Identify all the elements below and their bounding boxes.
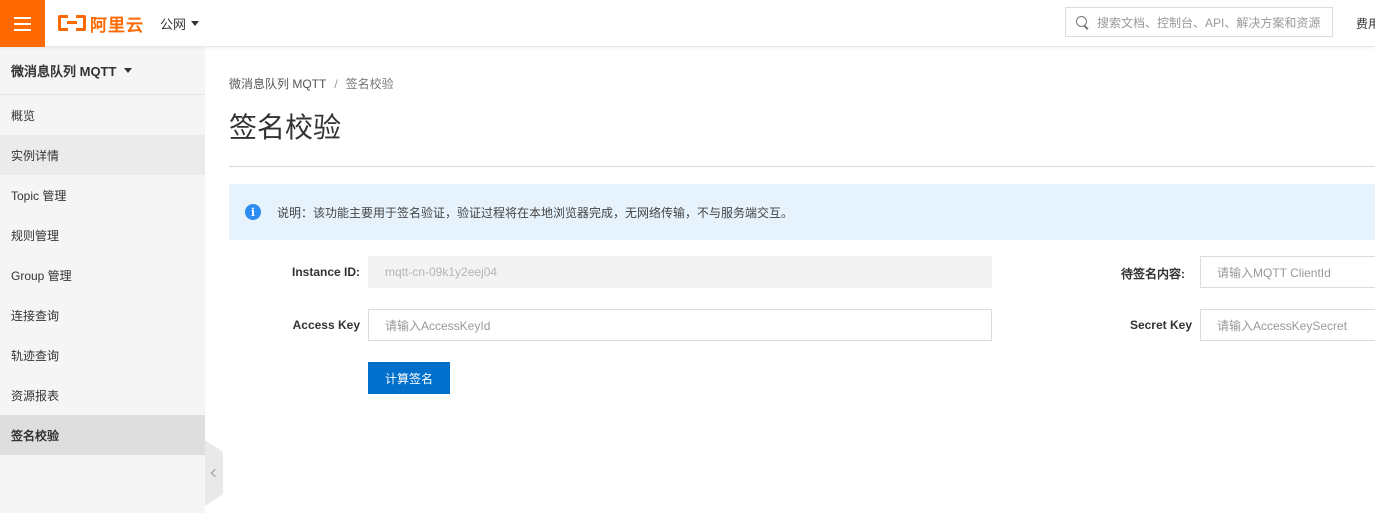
sidebar-item-connection-query[interactable]: 连接查询: [0, 295, 205, 335]
breadcrumb: 微消息队列 MQTT / 签名校验: [229, 75, 394, 92]
menu-icon: [14, 16, 31, 19]
secret-key-input[interactable]: 请输入AccessKeySecret: [1200, 309, 1375, 341]
hamburger-menu-button[interactable]: [0, 0, 45, 47]
chevron-left-icon: [210, 468, 220, 478]
sidebar-item-resource-report[interactable]: 资源报表: [0, 375, 205, 415]
access-key-input[interactable]: 请输入AccessKeyId: [368, 309, 992, 341]
chevron-down-icon: [124, 68, 133, 73]
search-icon: [1076, 15, 1089, 29]
breadcrumb-parent[interactable]: 微消息队列 MQTT: [229, 75, 326, 92]
sidebar-item-group-management[interactable]: Group 管理: [0, 255, 205, 295]
region-label: 公网: [160, 17, 187, 32]
instance-id-label: Instance ID:: [291, 265, 360, 279]
region-selector[interactable]: 公网: [160, 14, 200, 33]
sign-content-input[interactable]: 请输入MQTT ClientId: [1200, 256, 1375, 288]
chevron-down-icon: [191, 21, 200, 26]
product-name: 微消息队列 MQTT: [11, 64, 117, 79]
sidebar-item-overview[interactable]: 概览: [0, 95, 205, 135]
sidebar-item-trace-query[interactable]: 轨迹查询: [0, 335, 205, 375]
sign-content-label: 待签名内容:: [1121, 267, 1185, 281]
breadcrumb-separator: /: [334, 76, 338, 91]
top-navigation-bar: 阿里云 公网 搜索文档、控制台、API、解决方案和资源 费用: [0, 0, 1375, 47]
instance-id-field: mqtt-cn-09k1y2eej04: [368, 256, 992, 288]
aliyun-logo[interactable]: 阿里云: [58, 12, 144, 35]
aliyun-logo-icon: [58, 15, 86, 31]
sidebar-item-rule-management[interactable]: 规则管理: [0, 215, 205, 255]
access-key-placeholder: 请输入AccessKeyId: [385, 318, 491, 333]
product-switcher[interactable]: 微消息队列 MQTT: [0, 47, 205, 95]
sidebar-item-topic-management[interactable]: Topic 管理: [0, 175, 205, 215]
search-placeholder: 搜索文档、控制台、API、解决方案和资源: [1097, 15, 1321, 30]
info-notice: i 说明：该功能主要用于签名验证，验证过程将在本地浏览器完成，无网络传输，不与服…: [229, 184, 1375, 240]
sidebar-collapse-handle[interactable]: [205, 440, 223, 506]
notice-text: 说明：该功能主要用于签名验证，验证过程将在本地浏览器完成，无网络传输，不与服务端…: [277, 205, 794, 220]
secret-key-label: Secret Key: [1129, 318, 1192, 332]
sign-content-placeholder: 请输入MQTT ClientId: [1217, 265, 1331, 280]
access-key-label: Access Key: [292, 318, 360, 332]
info-icon: i: [245, 204, 261, 220]
breadcrumb-current: 签名校验: [345, 77, 394, 91]
logo-text: 阿里云: [90, 15, 144, 35]
instance-id-value: mqtt-cn-09k1y2eej04: [385, 265, 498, 279]
page-title: 签名校验: [229, 112, 342, 143]
sidebar-item-signature-verification[interactable]: 签名校验: [0, 415, 205, 455]
billing-link[interactable]: 费用: [1356, 15, 1375, 32]
title-divider: [229, 166, 1375, 167]
compute-signature-button[interactable]: 计算签名: [368, 362, 450, 394]
secret-key-placeholder: 请输入AccessKeySecret: [1217, 318, 1348, 333]
global-search-input[interactable]: 搜索文档、控制台、API、解决方案和资源: [1065, 7, 1333, 37]
sidebar-item-instance-details[interactable]: 实例详情: [0, 135, 205, 175]
sidebar: 微消息队列 MQTT 概览 实例详情 Topic 管理 规则管理 Group 管…: [0, 47, 205, 513]
